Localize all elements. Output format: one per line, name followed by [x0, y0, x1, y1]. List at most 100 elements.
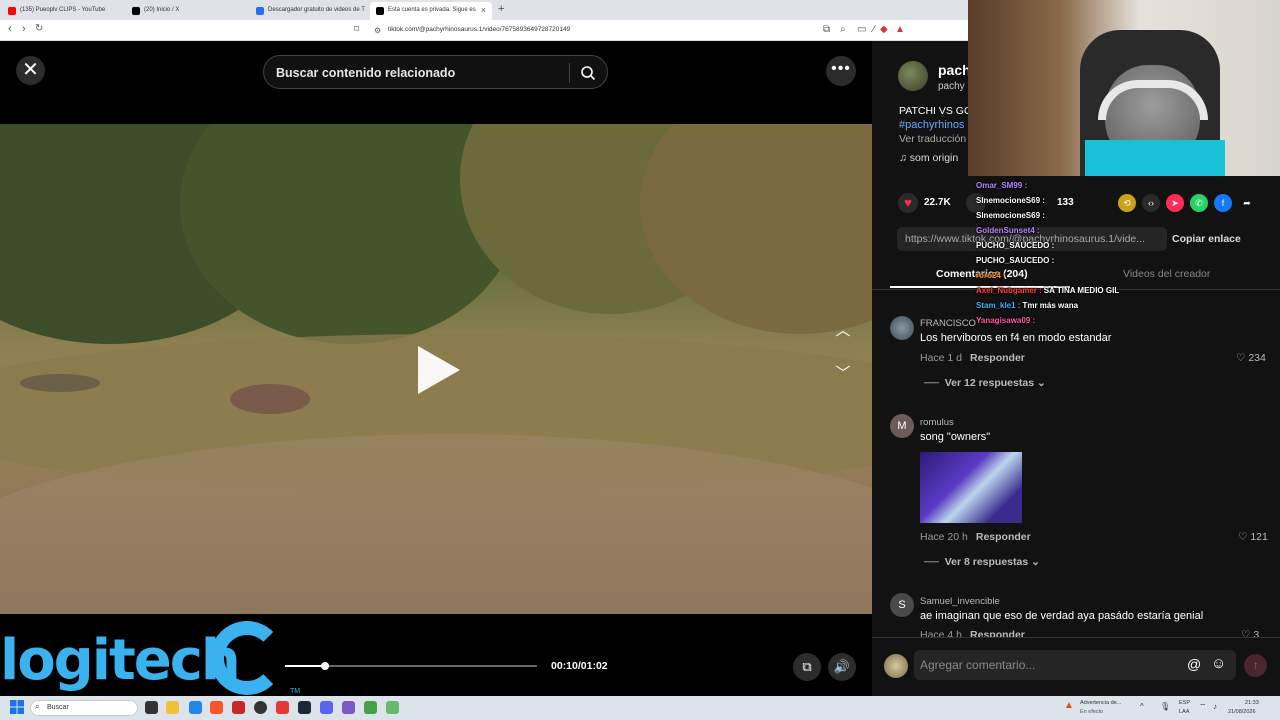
- brave-rewards-icon[interactable]: ▲: [895, 24, 905, 35]
- chevron-down-icon[interactable]: ﹀: [832, 362, 854, 384]
- volume-icon[interactable]: ♪: [1213, 702, 1217, 711]
- bookmark-icon[interactable]: ⌑: [354, 24, 359, 35]
- play-button[interactable]: [418, 346, 460, 394]
- downloader-icon: [256, 7, 264, 15]
- file-explorer-icon[interactable]: [166, 701, 179, 714]
- forward-icon[interactable]: ›: [22, 23, 26, 35]
- tab-youtube[interactable]: (135) Pueoplv CLIPS - YouTube: [2, 2, 124, 20]
- tab-x[interactable]: (20) Inicio / X: [126, 2, 250, 20]
- app-icon[interactable]: [232, 701, 245, 714]
- comment-user[interactable]: Samuel_invencible: [920, 596, 1000, 607]
- back-icon[interactable]: ‹: [8, 23, 12, 35]
- chat-user: Stam_kle1 :: [976, 301, 1021, 310]
- time-display: 00:10/01:02: [551, 660, 608, 672]
- comment-likes[interactable]: ♡ 3: [1241, 629, 1259, 637]
- pip-button[interactable]: ⧉: [793, 653, 821, 681]
- copy-link-button[interactable]: Copiar enlace: [1172, 233, 1241, 245]
- brave-icon[interactable]: [210, 701, 223, 714]
- mic-icon[interactable]: 🎙: [1160, 702, 1170, 711]
- x-logo-icon: [132, 7, 140, 15]
- wifi-icon[interactable]: ⌔: [1199, 702, 1207, 712]
- comment-image[interactable]: [920, 452, 1022, 523]
- comment-time: Hace 4 h: [920, 629, 963, 637]
- send-button[interactable]: ↑: [1244, 654, 1267, 677]
- chat-message: Axel_Nubgamer : SA TINA MEDIO GIL: [976, 286, 1119, 295]
- mention-icon[interactable]: @: [1187, 656, 1201, 672]
- view-replies-button[interactable]: ── Ver 12 respuestas ⌄: [924, 377, 1046, 389]
- brave-shield-icon[interactable]: ◆: [880, 24, 888, 35]
- steam-icon[interactable]: [298, 701, 311, 714]
- close-video-button[interactable]: ✕: [16, 56, 45, 85]
- zoom-icon[interactable]: ⌕: [840, 24, 846, 35]
- whatsapp-icon[interactable]: ✆: [1190, 194, 1208, 212]
- tab-tiktok-active[interactable]: Esta cuenta es privada. Sigue es ×: [370, 2, 492, 20]
- comment-meta: Hace 1 d Responder: [920, 352, 1025, 364]
- avatar[interactable]: S: [890, 593, 914, 617]
- tab-label: Esta cuenta es privada. Sigue es: [388, 7, 476, 13]
- close-tab-icon[interactable]: ×: [481, 5, 486, 15]
- reply-button[interactable]: Responder: [970, 629, 1025, 637]
- comment-likes[interactable]: ♡ 234: [1236, 352, 1266, 364]
- video-scene: [0, 434, 872, 614]
- sound-link[interactable]: ♫ som origin: [899, 152, 958, 164]
- app-icon[interactable]: [189, 701, 202, 714]
- chat-user: Yanagisawa09 :: [976, 316, 1036, 325]
- app-icon[interactable]: [320, 701, 333, 714]
- edit-icon[interactable]: ⁄: [873, 24, 875, 35]
- embed-icon[interactable]: ‹›: [1142, 194, 1160, 212]
- comment-user[interactable]: FRANCISCO: [920, 318, 976, 329]
- new-tab-button[interactable]: +: [498, 3, 504, 15]
- reply-button[interactable]: Responder: [970, 352, 1025, 364]
- dinosaur-figure: [20, 374, 100, 392]
- more-options-button[interactable]: •••: [826, 56, 856, 86]
- share-arrow-icon[interactable]: ➦: [1238, 194, 1256, 212]
- app-icon[interactable]: [386, 701, 399, 714]
- windows-start-icon[interactable]: [10, 700, 24, 714]
- search-icon[interactable]: [580, 65, 596, 81]
- comment-text: Los herviboros en f4 en modo estandar: [920, 332, 1112, 344]
- translate-link[interactable]: Ver traducción: [899, 133, 966, 145]
- comment-user[interactable]: romulus: [920, 417, 954, 428]
- avatar[interactable]: [890, 316, 914, 340]
- task-view-icon[interactable]: [145, 701, 158, 714]
- chevron-up-icon[interactable]: ︿: [832, 319, 854, 341]
- emoji-icon[interactable]: ☺: [1211, 655, 1226, 672]
- logitech-logo: logitech: [0, 628, 241, 693]
- reload-icon[interactable]: ↻: [35, 23, 43, 34]
- hashtag-link[interactable]: #pachyrhinos: [899, 119, 964, 131]
- notification-title[interactable]: Advertencia de...: [1080, 700, 1121, 706]
- chat-text: Tmr más wana: [1022, 301, 1079, 310]
- minecraft-icon[interactable]: [364, 701, 377, 714]
- obs-icon[interactable]: [254, 701, 267, 714]
- url-field[interactable]: tiktok.com/@pachyrhinosaurus.1/video/767…: [388, 26, 570, 33]
- comment-like-count: 121: [1250, 531, 1268, 543]
- tab-downloader[interactable]: Descargador gratuito de videos de T: [250, 2, 370, 20]
- comment-like-count: 234: [1248, 352, 1266, 364]
- comment-likes[interactable]: ♡ 121: [1238, 531, 1268, 543]
- progress-fill: [285, 665, 326, 667]
- translate-icon[interactable]: ⧉: [823, 24, 830, 35]
- view-replies-button[interactable]: ── Ver 8 respuestas ⌄: [924, 556, 1040, 568]
- chat-message: Yanagisawa09 :: [976, 316, 1037, 325]
- repost-icon[interactable]: ⟲: [1118, 194, 1136, 212]
- cast-icon[interactable]: ▭: [857, 24, 866, 35]
- chat-text: SA TINA MEDIO GIL: [1043, 286, 1120, 295]
- warning-icon[interactable]: ▲: [1064, 700, 1074, 711]
- avatar[interactable]: [898, 61, 928, 91]
- clock-time[interactable]: 21:33: [1245, 700, 1259, 706]
- comment-meta: Hace 4 h Responder: [920, 629, 1025, 637]
- site-info-icon[interactable]: ⚙: [374, 26, 381, 35]
- tab-creator-videos[interactable]: Videos del creador: [1123, 268, 1210, 280]
- avatar[interactable]: M: [890, 414, 914, 438]
- language-label[interactable]: ESP: [1179, 700, 1190, 706]
- search-input[interactable]: Buscar contenido relacionado: [263, 55, 608, 89]
- volume-button[interactable]: 🔊: [828, 653, 856, 681]
- app-icon[interactable]: [342, 701, 355, 714]
- author-name[interactable]: pach: [938, 62, 971, 78]
- reply-button[interactable]: Responder: [976, 531, 1031, 543]
- heart-icon[interactable]: ♥: [898, 193, 918, 213]
- chevron-up-icon[interactable]: ^: [1140, 702, 1144, 711]
- facebook-icon[interactable]: f: [1214, 194, 1232, 212]
- app-icon[interactable]: [276, 701, 289, 714]
- send-to-friends-icon[interactable]: ➤: [1166, 194, 1184, 212]
